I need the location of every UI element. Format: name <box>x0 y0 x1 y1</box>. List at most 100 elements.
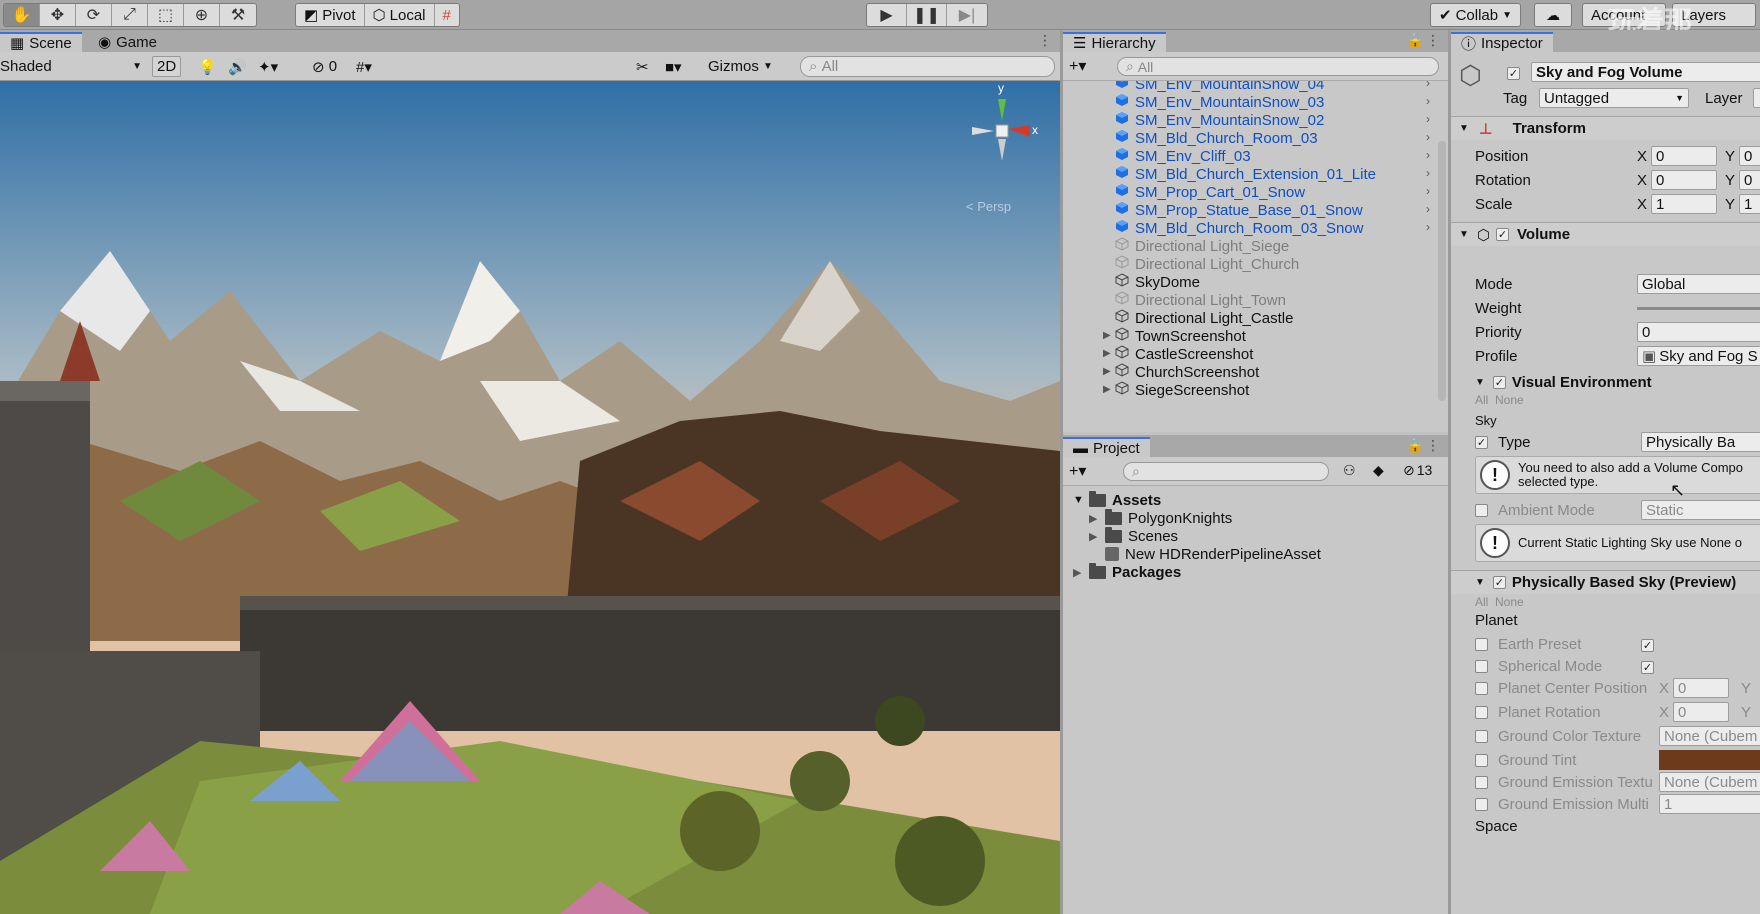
more-options-icon[interactable]: ⋮ <box>1038 32 1052 49</box>
scene-viewport[interactable]: y x < Persp <box>0 81 1060 914</box>
tree-item-assets[interactable]: ▼ Assets <box>1073 490 1161 510</box>
hierarchy-item[interactable]: SM_Bld_Church_Room_03 <box>1115 128 1318 148</box>
scene-search-input[interactable]: ⌕ All <box>800 56 1055 77</box>
position-y-input[interactable]: 0 <box>1739 146 1760 166</box>
hierarchy-item[interactable]: SM_Env_MountainSnow_02 <box>1115 110 1324 130</box>
earth-preset-toggle[interactable]: ✓ <box>1641 636 1654 652</box>
ambient-mode-dropdown[interactable]: Static <box>1641 500 1760 520</box>
hierarchy-item[interactable]: SM_Prop_Statue_Base_01_Snow <box>1115 200 1363 220</box>
filter-label-icon[interactable]: ◆ <box>1373 462 1384 479</box>
hierarchy-item[interactable]: SM_Bld_Church_Room_03_Snow <box>1115 218 1363 238</box>
sky-type-dropdown[interactable]: Physically Ba <box>1641 432 1760 452</box>
local-button[interactable]: ⬡ Local <box>365 4 435 26</box>
tree-item-hdrp-asset[interactable]: New HDRenderPipelineAsset <box>1105 544 1321 564</box>
pbsky-checkbox[interactable]: ✓ <box>1492 576 1506 589</box>
move-tool-icon[interactable]: ✥ <box>40 4 76 26</box>
override-checkbox[interactable] <box>1475 637 1488 651</box>
pause-icon[interactable]: ❚❚ <box>907 4 947 26</box>
tab-inspector[interactable]: ⓘ Inspector <box>1451 32 1553 53</box>
toggle-2d-button[interactable]: 2D <box>152 56 182 77</box>
transform-header[interactable]: ▼ ⊥ Transform <box>1451 116 1760 140</box>
step-icon[interactable]: ▶| <box>947 4 987 26</box>
hand-tool-icon[interactable]: ✋ <box>4 4 40 26</box>
camera-icon[interactable]: ■▾ <box>665 56 682 77</box>
chevron-right-icon[interactable]: › <box>1426 81 1430 90</box>
effects-toggle-icon[interactable]: ✦▾ <box>258 56 278 77</box>
spherical-mode-toggle[interactable]: ✓ <box>1641 658 1654 674</box>
more-options-icon[interactable]: ⋮ <box>1426 32 1440 49</box>
tools-icon[interactable]: ✂ <box>636 56 649 77</box>
override-checkbox[interactable] <box>1475 659 1488 673</box>
pivot-button[interactable]: ◩ Pivot <box>296 4 365 26</box>
rotation-x-input[interactable]: 0 <box>1651 170 1717 190</box>
all-toggle[interactable]: All <box>1475 393 1488 407</box>
hierarchy-item[interactable]: Directional Light_Church <box>1115 254 1299 274</box>
planet-center-x-input[interactable]: 0 <box>1673 678 1729 698</box>
type-override-checkbox[interactable]: ✓ <box>1475 435 1488 449</box>
cloud-button[interactable]: ☁ <box>1534 3 1572 27</box>
lock-icon[interactable]: 🔒 <box>1407 32 1424 49</box>
persp-label[interactable]: < Persp <box>966 199 1011 214</box>
hierarchy-item[interactable]: SM_Env_Cliff_03 <box>1115 146 1251 166</box>
grid-toggle-icon[interactable]: #▾ <box>356 56 372 77</box>
gizmos-dropdown[interactable]: Gizmos ▼ <box>708 56 773 77</box>
audio-toggle-icon[interactable]: 🔊 <box>228 56 247 77</box>
chevron-right-icon[interactable]: › <box>1426 94 1430 108</box>
custom-tool-icon[interactable]: ⚒ <box>220 4 256 26</box>
hierarchy-scrollbar[interactable] <box>1438 141 1446 401</box>
mode-dropdown[interactable]: Global <box>1637 274 1760 294</box>
planet-rotation-x-input[interactable]: 0 <box>1673 702 1729 722</box>
scale-x-input[interactable]: 1 <box>1651 194 1717 214</box>
chevron-right-icon[interactable]: › <box>1426 166 1430 180</box>
chevron-right-icon[interactable]: › <box>1426 130 1430 144</box>
tree-item-packages[interactable]: ▶ Packages <box>1073 562 1181 582</box>
chevron-right-icon[interactable]: › <box>1426 112 1430 126</box>
override-checkbox[interactable] <box>1475 705 1488 719</box>
none-toggle[interactable]: None <box>1495 595 1524 609</box>
priority-input[interactable]: 0 <box>1637 322 1760 342</box>
project-search-input[interactable]: ⌕ <box>1123 462 1329 481</box>
visual-env-checkbox[interactable]: ✓ <box>1492 375 1506 389</box>
ground-emission-multi-input[interactable]: 1 <box>1659 794 1760 814</box>
pbsky-header[interactable]: ▼ ✓ Physically Based Sky (Preview) <box>1451 570 1760 594</box>
chevron-right-icon[interactable]: › <box>1426 220 1430 234</box>
weight-slider[interactable] <box>1637 307 1760 310</box>
hierarchy-search-input[interactable]: ⌕ All <box>1117 57 1439 76</box>
hierarchy-item[interactable]: TownScreenshot <box>1115 326 1246 346</box>
rotate-tool-icon[interactable]: ⟳ <box>76 4 112 26</box>
ground-color-texture-field[interactable]: None (Cubem <box>1659 726 1760 746</box>
hidden-packages-button[interactable]: ⊘ 13 <box>1403 462 1432 479</box>
visual-env-header[interactable]: ▼ ✓ Visual Environment <box>1475 372 1652 392</box>
transform-tool-icon[interactable]: ⊕ <box>184 4 220 26</box>
filter-type-icon[interactable]: ⚇ <box>1343 462 1356 479</box>
add-object-button[interactable]: +▾ <box>1069 56 1086 76</box>
hierarchy-item[interactable]: SM_Bld_Church_Extension_01_Lite <box>1115 164 1376 184</box>
create-asset-button[interactable]: +▾ <box>1069 461 1086 481</box>
tree-item-scenes[interactable]: ▶ Scenes <box>1089 526 1178 546</box>
collab-dropdown[interactable]: ✔ Collab ▼ <box>1430 3 1522 27</box>
position-x-input[interactable]: 0 <box>1651 146 1717 166</box>
chevron-right-icon[interactable]: › <box>1426 184 1430 198</box>
ambient-override-checkbox[interactable] <box>1475 503 1488 517</box>
object-name-input[interactable]: Sky and Fog Volume <box>1531 62 1760 82</box>
play-icon[interactable]: ▶ <box>867 4 907 26</box>
lock-icon[interactable]: 🔒 <box>1407 437 1424 454</box>
hierarchy-item[interactable]: Directional Light_Siege <box>1115 236 1289 256</box>
scale-tool-icon[interactable]: ⤢ <box>112 4 148 26</box>
hierarchy-item[interactable]: CastleScreenshot <box>1115 344 1253 364</box>
override-checkbox[interactable] <box>1475 753 1488 767</box>
hierarchy-item[interactable]: SiegeScreenshot <box>1115 380 1249 400</box>
ground-tint-color-field[interactable] <box>1659 750 1760 770</box>
hierarchy-item[interactable]: Directional Light_Castle <box>1115 308 1293 328</box>
profile-field[interactable]: ▣ Sky and Fog S <box>1637 346 1760 366</box>
hidden-objects-button[interactable]: ⊘ 0 <box>312 56 337 77</box>
tree-item-polygonknights[interactable]: ▶ PolygonKnights <box>1089 508 1232 528</box>
lighting-toggle-icon[interactable]: 💡 <box>198 56 217 77</box>
tab-scene[interactable]: ▦ Scene <box>0 32 82 52</box>
hierarchy-item[interactable]: SkyDome <box>1115 272 1200 292</box>
tab-hierarchy[interactable]: ☰ Hierarchy <box>1063 32 1166 52</box>
tab-project[interactable]: ▬ Project <box>1063 437 1150 457</box>
active-checkbox[interactable]: ✓ <box>1507 64 1520 80</box>
layer-dropdown[interactable] <box>1753 88 1760 108</box>
hierarchy-item[interactable]: SM_Env_MountainSnow_03 <box>1115 92 1324 112</box>
